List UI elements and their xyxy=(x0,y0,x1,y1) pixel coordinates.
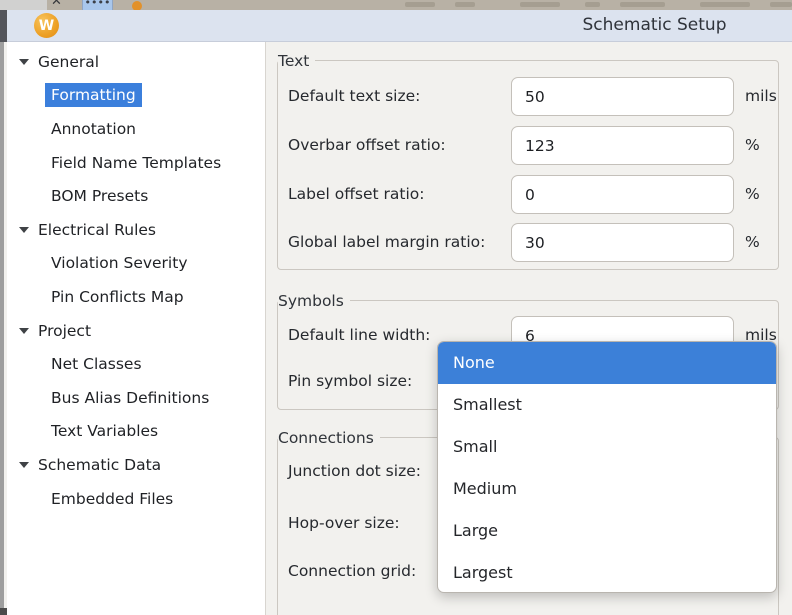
pin-symbol-size-label: Pin symbol size: xyxy=(288,362,412,401)
label-offset-ratio-label: Label offset ratio: xyxy=(288,175,424,214)
tree-item-label: Schematic Data xyxy=(38,456,161,474)
group-title: Connections xyxy=(278,428,380,448)
tree-item-label: Electrical Rules xyxy=(38,221,156,239)
schematic-setup-dialog: ✕ •••• W Schematic Setup General Formatt… xyxy=(0,0,792,615)
dropdown-option-medium[interactable]: Medium xyxy=(438,468,776,510)
tree-item-label: Field Name Templates xyxy=(51,154,221,172)
group-title: Text xyxy=(278,51,315,71)
expander-triangle-icon[interactable] xyxy=(19,328,29,334)
tree-item-label: Net Classes xyxy=(51,355,142,373)
tree-item-bom-presets[interactable]: BOM Presets xyxy=(7,179,265,213)
default-line-width-label: Default line width: xyxy=(288,316,430,355)
window-edge xyxy=(0,42,4,608)
background-artifact xyxy=(620,2,665,7)
tree-item-electrical-rules[interactable]: Electrical Rules xyxy=(7,213,265,247)
tree-item-text-variables[interactable]: Text Variables xyxy=(7,415,265,449)
pin-symbol-size-dropdown-popup: None Smallest Small Medium Large Largest xyxy=(437,341,777,593)
dropdown-option-smallest[interactable]: Smallest xyxy=(438,384,776,426)
background-close-icon: ✕ xyxy=(51,0,62,9)
global-label-margin-ratio-label: Global label margin ratio: xyxy=(288,223,485,262)
dropdown-option-largest[interactable]: Largest xyxy=(438,552,776,593)
overbar-offset-ratio-label: Overbar offset ratio: xyxy=(288,126,446,165)
tree-item-general[interactable]: General xyxy=(7,45,265,79)
background-artifact xyxy=(700,2,750,7)
kicad-app-icon: W xyxy=(34,13,59,38)
group-title: Symbols xyxy=(278,291,350,311)
tree-item-embedded-files[interactable]: Embedded Files xyxy=(7,482,265,516)
tree-item-project[interactable]: Project xyxy=(7,314,265,348)
tree-item-label: Formatting xyxy=(45,83,142,107)
unit-label: % xyxy=(745,126,760,165)
unit-label: % xyxy=(745,175,760,214)
dropdown-option-none[interactable]: None xyxy=(438,342,776,384)
tree-item-label: General xyxy=(38,53,99,71)
background-artifact xyxy=(405,2,435,7)
expander-triangle-icon[interactable] xyxy=(19,462,29,468)
background-artifact xyxy=(520,2,560,7)
window-edge xyxy=(0,10,7,42)
dialog-titlebar: W Schematic Setup xyxy=(7,10,792,42)
tree-item-label: Text Variables xyxy=(51,422,158,440)
unit-label: mils xyxy=(745,77,777,116)
tree-item-label: Embedded Files xyxy=(51,490,173,508)
background-window-strip: ✕ •••• xyxy=(0,0,792,10)
tree-item-bus-alias-definitions[interactable]: Bus Alias Definitions xyxy=(7,381,265,415)
default-text-size-input[interactable] xyxy=(511,77,734,116)
tree-item-net-classes[interactable]: Net Classes xyxy=(7,347,265,381)
background-orange-dot-icon xyxy=(132,1,142,10)
tree-item-field-name-templates[interactable]: Field Name Templates xyxy=(7,146,265,180)
overbar-offset-ratio-input[interactable] xyxy=(511,126,734,165)
unit-label: % xyxy=(745,223,760,262)
tree-item-label: Violation Severity xyxy=(51,254,188,272)
form-row: Global label margin ratio: % xyxy=(278,223,778,262)
background-dots-icon: •••• xyxy=(82,0,113,10)
dropdown-option-large[interactable]: Large xyxy=(438,510,776,552)
tree-item-annotation[interactable]: Annotation xyxy=(7,112,265,146)
tree-item-violation-severity[interactable]: Violation Severity xyxy=(7,247,265,281)
background-artifact xyxy=(455,2,475,7)
form-row: Label offset ratio: % xyxy=(278,175,778,214)
default-text-size-label: Default text size: xyxy=(288,77,420,116)
tree-item-label: Project xyxy=(38,322,91,340)
tree-item-label: Bus Alias Definitions xyxy=(51,389,209,407)
expander-triangle-icon[interactable] xyxy=(19,59,29,65)
dropdown-option-small[interactable]: Small xyxy=(438,426,776,468)
connection-grid-label: Connection grid: xyxy=(288,552,416,591)
tree-item-label: Annotation xyxy=(51,120,136,138)
tree-item-pin-conflicts-map[interactable]: Pin Conflicts Map xyxy=(7,280,265,314)
settings-nav-tree: General Formatting Annotation Field Name… xyxy=(7,42,266,615)
dialog-title: Schematic Setup xyxy=(512,10,792,41)
label-offset-ratio-input[interactable] xyxy=(511,175,734,214)
expander-triangle-icon[interactable] xyxy=(19,227,29,233)
global-label-margin-ratio-input[interactable] xyxy=(511,223,734,262)
tree-item-label: Pin Conflicts Map xyxy=(51,288,184,306)
group-text: Text Default text size: mils Overbar off… xyxy=(277,60,779,270)
junction-dot-size-label: Junction dot size: xyxy=(288,452,421,491)
background-artifact xyxy=(585,2,600,7)
background-window-area xyxy=(0,0,47,10)
form-row: Default text size: mils xyxy=(278,77,778,116)
tree-item-formatting[interactable]: Formatting xyxy=(7,79,265,113)
background-artifact xyxy=(770,2,792,7)
form-row: Overbar offset ratio: % xyxy=(278,126,778,165)
tree-item-schematic-data[interactable]: Schematic Data xyxy=(7,448,265,482)
hop-over-size-label: Hop-over size: xyxy=(288,504,400,543)
tree-item-label: BOM Presets xyxy=(51,187,148,205)
